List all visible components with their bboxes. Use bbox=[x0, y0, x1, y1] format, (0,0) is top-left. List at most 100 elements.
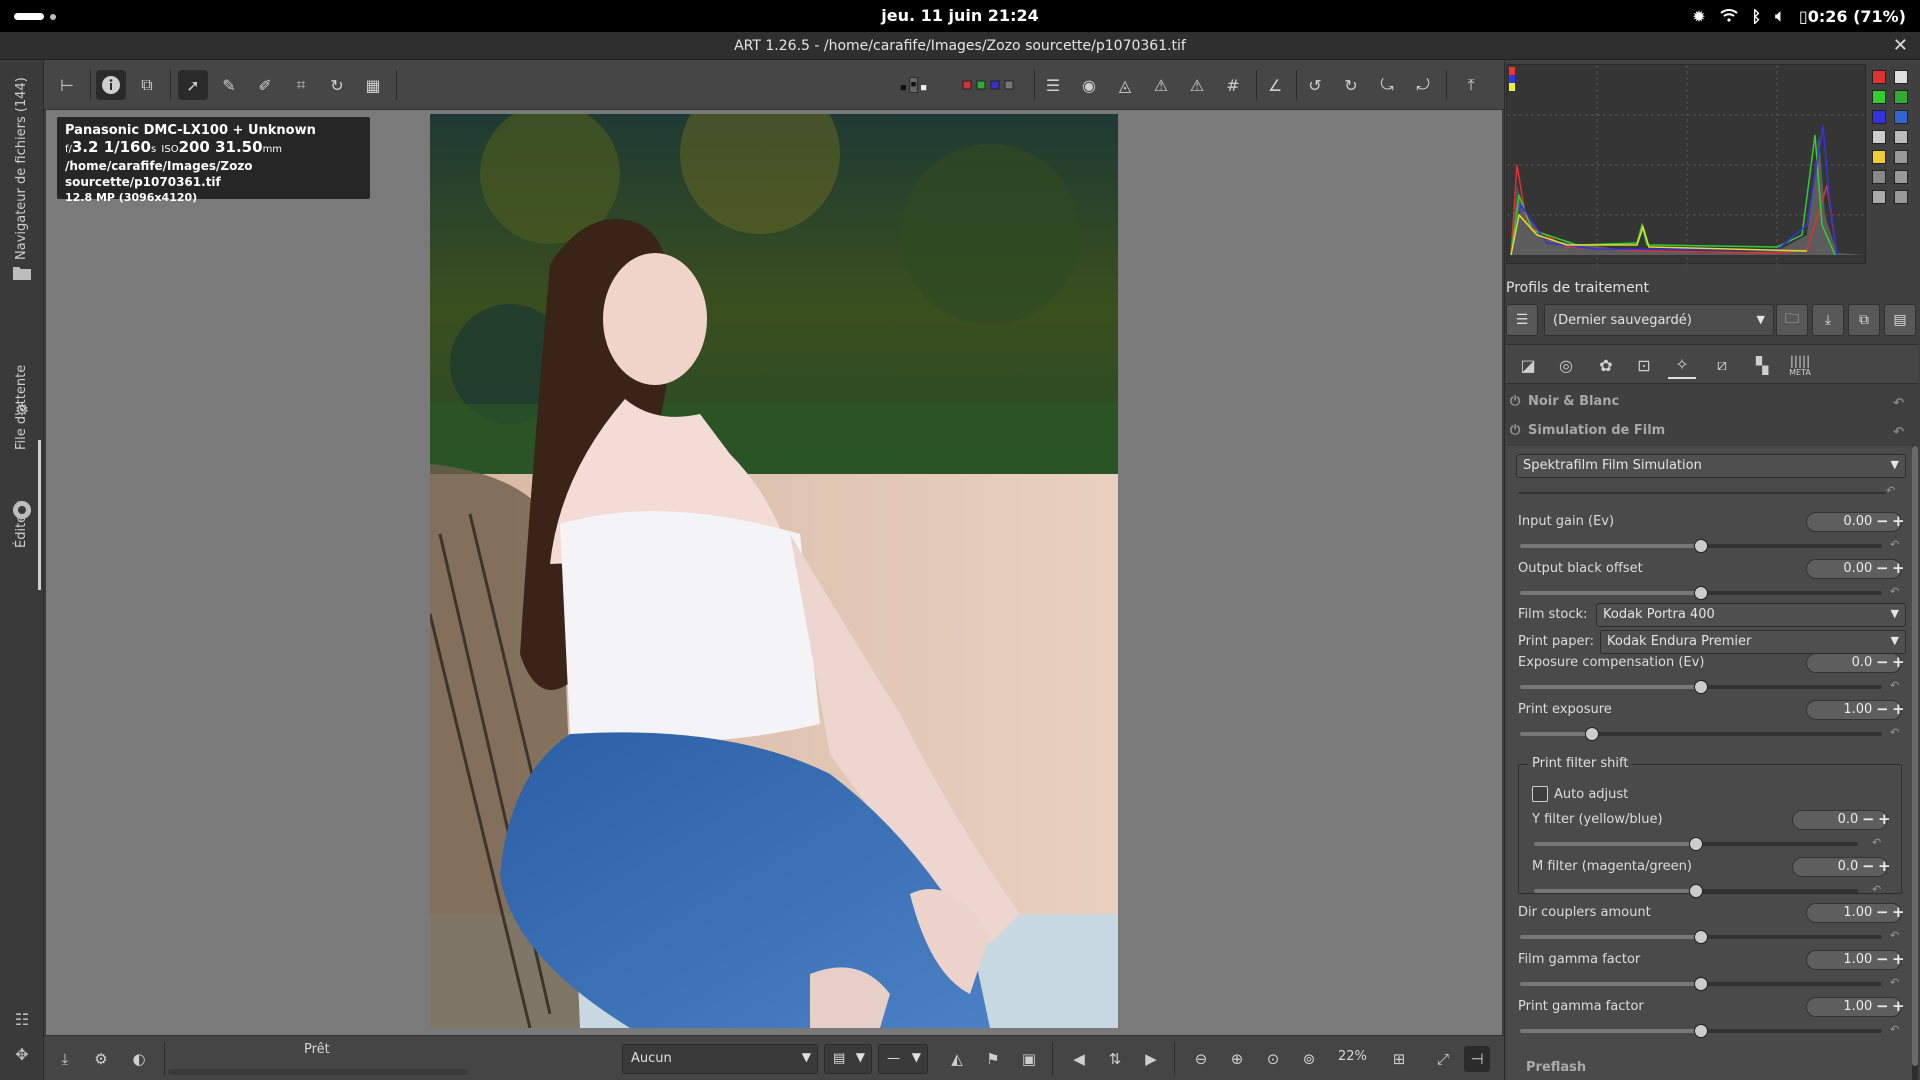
output-profile-select[interactable]: Aucun ▼ bbox=[622, 1044, 818, 1074]
plus-icon[interactable]: + bbox=[1892, 950, 1905, 968]
save-image-icon[interactable]: ⤓ bbox=[52, 1046, 78, 1072]
param-slider[interactable] bbox=[1520, 930, 1882, 944]
tab-exposure-icon[interactable]: ◪ bbox=[1514, 351, 1542, 379]
param-slider[interactable] bbox=[1520, 977, 1882, 991]
focus-mask-icon[interactable]: ☰ bbox=[1038, 70, 1068, 100]
param-slider-knob[interactable] bbox=[1694, 1024, 1708, 1038]
plus-icon[interactable]: + bbox=[1878, 810, 1891, 828]
battery-status[interactable]: ▯0:26 (71%) bbox=[1799, 7, 1906, 26]
plus-icon[interactable]: + bbox=[1892, 653, 1905, 671]
reset-icon[interactable]: ↶ bbox=[1890, 1023, 1899, 1036]
green-channel-button[interactable] bbox=[1872, 90, 1886, 104]
send-to-editor-icon[interactable]: ◐ bbox=[126, 1046, 152, 1072]
m-filter-slider[interactable] bbox=[1534, 884, 1858, 898]
param-slider-knob[interactable] bbox=[1694, 539, 1708, 553]
param-slider-knob[interactable] bbox=[1694, 930, 1708, 944]
softproof-icon[interactable]: ◬ bbox=[1110, 70, 1140, 100]
scrollbar-thumb[interactable] bbox=[1912, 446, 1918, 1066]
reset-icon[interactable]: ↶ bbox=[1890, 585, 1899, 598]
new-detail-window-icon[interactable]: ⊞ bbox=[1386, 1046, 1412, 1072]
background-color-selector[interactable] bbox=[900, 70, 930, 100]
tab-raw-icon[interactable]: ▚ bbox=[1748, 351, 1776, 379]
plus-icon[interactable]: + bbox=[1878, 857, 1891, 875]
gears-icon[interactable]: ⚙ bbox=[12, 400, 32, 420]
minus-icon[interactable]: − bbox=[1876, 903, 1889, 921]
param-slider-knob[interactable] bbox=[1694, 586, 1708, 600]
param-slider[interactable] bbox=[1520, 680, 1882, 694]
reset-icon[interactable]: ↶ bbox=[1890, 726, 1899, 739]
export-icon[interactable]: ⤒ bbox=[1456, 70, 1486, 100]
reset-icon[interactable]: ↶ bbox=[1890, 929, 1899, 942]
print-paper-select[interactable]: Kodak Endura Premier ▼ bbox=[1600, 630, 1906, 654]
tab-metadata-icon[interactable]: ||||| META bbox=[1786, 351, 1814, 379]
profile-select[interactable]: (Dernier sauvegardé) ▼ bbox=[1544, 304, 1774, 336]
sliders-icon[interactable]: ☷ bbox=[12, 1010, 32, 1030]
save-profile-icon[interactable]: ⤓ bbox=[1812, 304, 1844, 336]
histogram-mode-icon[interactable] bbox=[1894, 70, 1908, 84]
zoom-fit-icon[interactable]: ⊙ bbox=[1260, 1046, 1286, 1072]
y-filter-slider[interactable] bbox=[1534, 837, 1858, 851]
tab-transform-icon[interactable]: ⧄ bbox=[1708, 351, 1736, 379]
intent-select[interactable]: ▤ ▼ bbox=[824, 1044, 872, 1074]
power-icon[interactable]: ⏻ bbox=[1510, 394, 1528, 409]
wb-picker-icon[interactable]: ✎ bbox=[214, 70, 244, 100]
move-icon[interactable]: ✥ bbox=[12, 1045, 32, 1065]
param-slider[interactable] bbox=[1520, 539, 1882, 553]
profile-list-icon[interactable]: ☰ bbox=[1506, 304, 1538, 336]
histogram-type-icon[interactable] bbox=[1894, 110, 1908, 124]
false-color-icon[interactable]: ◉ bbox=[1074, 70, 1104, 100]
reset-icon[interactable]: ↶ bbox=[1893, 425, 1904, 440]
flip-horizontal-icon[interactable]: ⤾ bbox=[1408, 70, 1438, 100]
module-bw-header[interactable]: ⏻ Noir & Blanc ↶ bbox=[1510, 394, 1910, 420]
softproof-toggle-icon[interactable]: ⚑ bbox=[980, 1046, 1006, 1072]
previous-image-icon[interactable]: ◀ bbox=[1066, 1046, 1092, 1072]
tab-details-icon[interactable]: ◎ bbox=[1552, 351, 1580, 379]
raw-histogram-button[interactable] bbox=[1872, 170, 1886, 184]
auto-adjust-checkbox[interactable] bbox=[1532, 786, 1548, 802]
minus-icon[interactable]: − bbox=[1876, 997, 1889, 1015]
plus-icon[interactable]: + bbox=[1892, 997, 1905, 1015]
reset-icon[interactable]: ↶ bbox=[1890, 538, 1899, 551]
minus-icon[interactable]: − bbox=[1876, 950, 1889, 968]
fullscreen-icon[interactable]: ⤢ bbox=[1430, 1046, 1456, 1072]
plus-icon[interactable]: + bbox=[1892, 512, 1905, 530]
zoom-in-icon[interactable]: ⊕ bbox=[1224, 1046, 1250, 1072]
aperture-icon[interactable] bbox=[12, 500, 32, 520]
film-stock-select[interactable]: Kodak Portra 400 ▼ bbox=[1596, 603, 1906, 627]
tab-color-icon[interactable]: ✿ bbox=[1592, 351, 1620, 379]
monitor-profile-icon[interactable]: ▣ bbox=[1016, 1046, 1042, 1072]
histogram-scale-icon[interactable] bbox=[1894, 90, 1908, 104]
copy-profile-icon[interactable]: ⧉ bbox=[1848, 304, 1880, 336]
flip-vertical-icon[interactable]: ⤿ bbox=[1372, 70, 1402, 100]
plus-icon[interactable]: + bbox=[1892, 903, 1905, 921]
reset-icon[interactable]: ↶ bbox=[1886, 484, 1895, 497]
reset-icon[interactable]: ↶ bbox=[1872, 836, 1881, 849]
luminance-button[interactable] bbox=[1872, 130, 1886, 144]
before-after-icon[interactable]: ⧉ bbox=[132, 70, 162, 100]
minus-icon[interactable]: − bbox=[1876, 653, 1889, 671]
plus-icon[interactable]: + bbox=[1892, 559, 1905, 577]
color-picker-icon[interactable]: ✐ bbox=[250, 70, 280, 100]
minus-icon[interactable]: − bbox=[1876, 559, 1889, 577]
tab-local-icon[interactable]: ⊡ bbox=[1630, 351, 1658, 379]
param-slider[interactable] bbox=[1520, 586, 1882, 600]
highlight-clip-warning-icon[interactable]: ⚠ bbox=[1182, 70, 1212, 100]
tab-file-browser[interactable]: Navigateur de fichiers (144) bbox=[0, 65, 44, 265]
tab-effects-icon[interactable]: ✧ bbox=[1668, 351, 1696, 379]
angle-icon[interactable]: ∠ bbox=[1260, 70, 1290, 100]
reset-icon[interactable]: ↶ bbox=[1890, 679, 1899, 692]
folder-icon[interactable] bbox=[12, 265, 32, 285]
red-channel-button[interactable] bbox=[1872, 70, 1886, 84]
tab-queue[interactable]: File d'attente bbox=[0, 300, 44, 450]
channel-preview-icon[interactable] bbox=[960, 70, 1020, 100]
hide-right-panel-icon[interactable]: ⊣ bbox=[1464, 1046, 1490, 1072]
param-slider-knob[interactable] bbox=[1585, 727, 1600, 741]
minus-icon[interactable]: − bbox=[1876, 512, 1889, 530]
bpc-select[interactable]: — ▼ bbox=[878, 1044, 928, 1074]
minus-icon[interactable]: − bbox=[1862, 857, 1875, 875]
shadow-clip-warning-icon[interactable]: ⚠ bbox=[1146, 70, 1176, 100]
preview-image[interactable] bbox=[430, 114, 1118, 1028]
right-panel-scrollbar[interactable] bbox=[1912, 446, 1918, 1080]
histogram-waveform-icon[interactable] bbox=[1894, 170, 1908, 184]
param-slider[interactable] bbox=[1520, 1024, 1882, 1038]
